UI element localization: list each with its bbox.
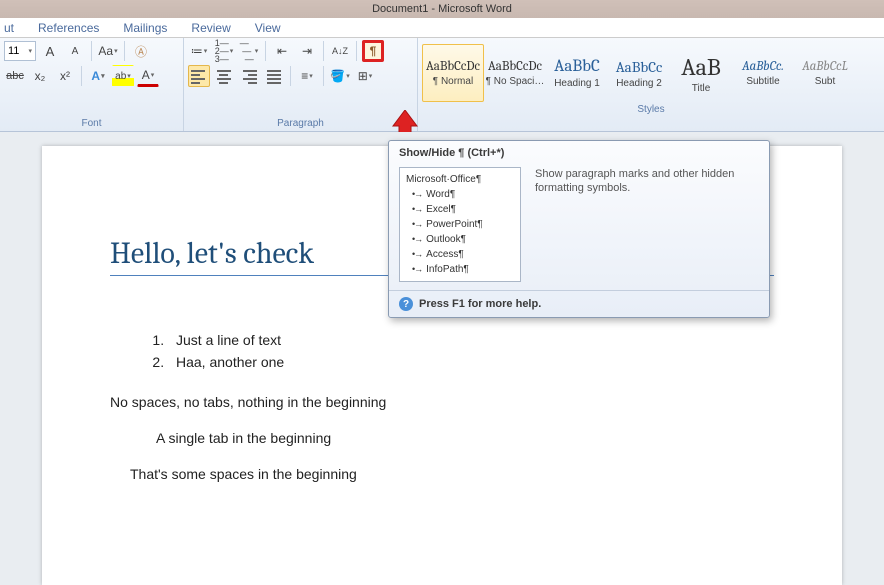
tab-view[interactable]: View (255, 21, 281, 35)
font-size-input[interactable]: 11 (4, 41, 36, 61)
align-right-button[interactable] (238, 65, 260, 87)
strikethrough-button[interactable]: abc (4, 65, 26, 87)
tab-mailings[interactable]: Mailings (123, 21, 167, 35)
doc-paragraph[interactable]: That's some spaces in the beginning (110, 466, 774, 482)
tooltip-description: Show paragraph marks and other hidden fo… (535, 167, 759, 282)
doc-paragraph[interactable]: No spaces, no tabs, nothing in the begin… (110, 394, 774, 410)
tab-review[interactable]: Review (191, 21, 230, 35)
style-tile---no-spaci-[interactable]: AaBbCcDc¶ No Spaci… (484, 44, 546, 102)
numbering-button[interactable]: 1—2—3— (213, 40, 235, 62)
group-font: 11 A A Aa Ⓐ abc x₂ x² A ab A Font (0, 38, 184, 131)
ribbon: 11 A A Aa Ⓐ abc x₂ x² A ab A Font ≔ (0, 38, 884, 132)
line-spacing-button[interactable]: ≡ (296, 65, 318, 87)
align-left-button[interactable] (188, 65, 210, 87)
tab-cut[interactable]: ut (4, 21, 14, 35)
list-item[interactable]: Haa, another one (168, 354, 774, 370)
tooltip-title: Show/Hide ¶ (Ctrl+*) (389, 141, 769, 163)
change-case-button[interactable]: Aa (97, 40, 119, 62)
list-item[interactable]: Just a line of text (168, 332, 774, 348)
style-tile-title[interactable]: AaBTitle (670, 44, 732, 102)
multilevel-button[interactable]: — — — (238, 40, 260, 62)
style-tile-heading-1[interactable]: AaBbCHeading 1 (546, 44, 608, 102)
bullets-button[interactable]: ≔ (188, 40, 210, 62)
group-styles: AaBbCcDc¶ NormalAaBbCcDc¶ No Spaci…AaBbC… (418, 38, 884, 131)
window-titlebar: Document1 - Microsoft Word (0, 0, 884, 18)
text-effects-button[interactable]: A (87, 65, 109, 87)
align-center-button[interactable] (213, 65, 235, 87)
font-color-button[interactable]: A (137, 65, 159, 87)
style-tile-subt[interactable]: AaBbCcLSubt (794, 44, 856, 102)
subscript-button[interactable]: x₂ (29, 65, 51, 87)
style-tile-heading-2[interactable]: AaBbCcHeading 2 (608, 44, 670, 102)
help-icon: ? (399, 297, 413, 311)
grow-font-button[interactable]: A (39, 40, 61, 62)
highlight-button[interactable]: ab (112, 65, 134, 87)
decrease-indent-button[interactable]: ⇤ (271, 40, 293, 62)
group-launcher-font[interactable]: Font (4, 116, 179, 131)
group-paragraph: ≔ 1—2—3— — — — ⇤ ⇥ A↓Z ¶ ≡ 🪣 ⊞ (184, 38, 418, 131)
style-tile-subtitle[interactable]: AaBbCc.Subtitle (732, 44, 794, 102)
sort-button[interactable]: A↓Z (329, 40, 351, 62)
tooltip-show-hide: Show/Hide ¶ (Ctrl+*) Microsoft·Office¶ W… (388, 140, 770, 318)
style-tile---normal[interactable]: AaBbCcDc¶ Normal (422, 44, 484, 102)
show-hide-pilcrow-button[interactable]: ¶ (362, 40, 384, 62)
superscript-button[interactable]: x² (54, 65, 76, 87)
tooltip-thumbnail: Microsoft·Office¶ Word¶ Excel¶ PowerPoin… (399, 167, 521, 282)
doc-paragraph[interactable]: A single tab in the beginning (110, 430, 774, 446)
justify-button[interactable] (263, 65, 285, 87)
increase-indent-button[interactable]: ⇥ (296, 40, 318, 62)
borders-button[interactable]: ⊞ (354, 65, 376, 87)
group-launcher-paragraph[interactable]: Paragraph (188, 116, 413, 131)
clear-formatting-button[interactable]: Ⓐ (130, 40, 152, 62)
shading-button[interactable]: 🪣 (329, 65, 351, 87)
shrink-font-button[interactable]: A (64, 40, 86, 62)
ribbon-tabs: ut References Mailings Review View (0, 18, 884, 38)
doc-ordered-list[interactable]: Just a line of text Haa, another one (168, 332, 774, 370)
tooltip-footer[interactable]: ? Press F1 for more help. (389, 290, 769, 317)
group-launcher-styles[interactable]: Styles (422, 102, 880, 117)
tab-references[interactable]: References (38, 21, 99, 35)
